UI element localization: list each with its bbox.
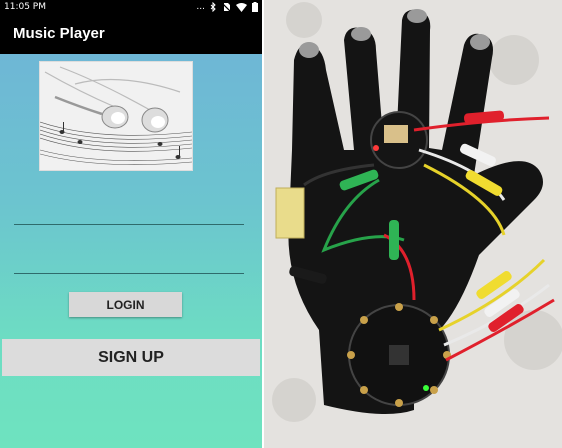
signup-button[interactable]: SIGN UP <box>2 339 260 376</box>
status-dots: ... <box>196 2 205 12</box>
bluetooth-icon <box>210 2 216 12</box>
glove-with-wired-board-icon <box>264 0 562 448</box>
microcontroller-board-icon <box>347 303 451 407</box>
username-input[interactable] <box>14 209 248 223</box>
no-sim-icon <box>222 2 231 12</box>
login-button[interactable]: LOGIN <box>69 292 182 317</box>
password-field[interactable] <box>14 258 248 274</box>
status-bar: 11:05 PM ... <box>0 0 262 14</box>
status-time: 11:05 PM <box>4 2 46 12</box>
username-field[interactable] <box>14 209 248 225</box>
app-screen: 11:05 PM ... Music Player LOGIN SIGN UP <box>0 0 262 448</box>
small-board-icon <box>370 111 428 169</box>
wifi-icon <box>236 2 247 12</box>
earphones-on-sheet-music-icon <box>40 62 192 170</box>
app-bar: Music Player <box>0 14 262 54</box>
glove-circuit-photo <box>264 0 562 448</box>
status-icons: ... <box>196 0 258 14</box>
battery-icon <box>275 187 305 239</box>
earphones-hero-image <box>39 61 193 171</box>
battery-icon <box>252 2 258 12</box>
app-title: Music Player <box>13 25 105 42</box>
password-input[interactable] <box>14 258 248 272</box>
